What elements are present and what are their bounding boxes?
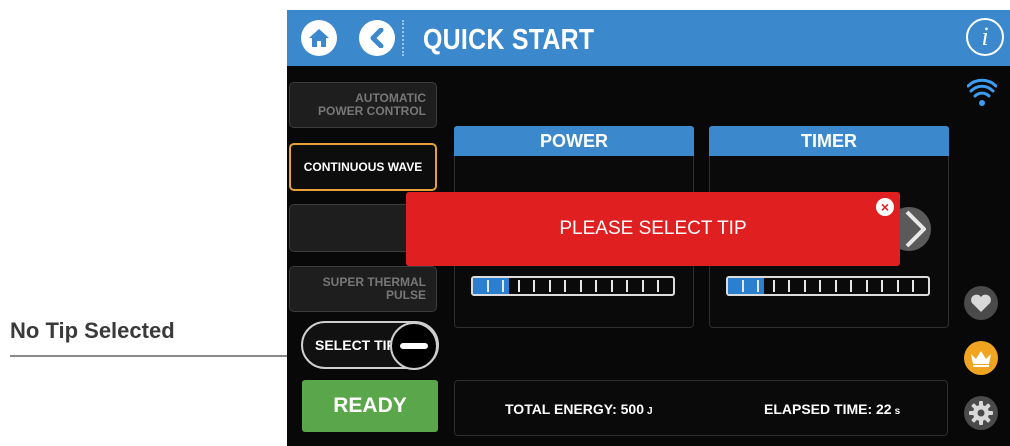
elapsed-unit: s	[894, 406, 901, 417]
premium-button[interactable]	[964, 341, 998, 375]
callout-no-tip-label: No Tip Selected	[10, 318, 175, 343]
timer-panel-header: TIMER	[709, 126, 949, 156]
mode-continuous-wave[interactable]: CONTINUOUS WAVE	[289, 143, 437, 191]
device-screen: QUICK START i AUTOMATIC POWER CONTROL CO…	[287, 10, 1010, 446]
favorites-button[interactable]	[964, 286, 998, 320]
power-panel-header: POWER	[454, 126, 694, 156]
elapsed-time-value: ELAPSED TIME: 22	[764, 401, 892, 417]
chevron-right-icon[interactable]	[899, 206, 933, 252]
top-bar: QUICK START i	[287, 10, 1010, 66]
elapsed-time-readout: ELAPSED TIME: 22 s	[764, 401, 900, 417]
mode-super-thermal-pulse[interactable]: SUPER THERMAL PULSE	[289, 266, 437, 312]
total-energy-value: TOTAL ENERGY: 500	[505, 401, 644, 417]
home-button[interactable]	[301, 20, 337, 56]
select-tip-button[interactable]: SELECT TIP	[301, 321, 439, 370]
mode-apc-label-line2: POWER CONTROL	[318, 104, 426, 118]
timer-level-ticks	[728, 278, 928, 294]
power-level-bar[interactable]	[471, 276, 675, 296]
timer-level-bar[interactable]	[726, 276, 930, 296]
back-arrow-icon	[370, 28, 384, 48]
wifi-icon	[967, 78, 997, 106]
select-tip-label: SELECT TIP	[315, 337, 396, 353]
mode-automatic-power-control[interactable]: AUTOMATIC POWER CONTROL	[289, 82, 437, 128]
home-icon	[309, 29, 329, 47]
power-level-ticks	[473, 278, 673, 294]
page-title: QUICK START	[423, 24, 595, 56]
ready-button[interactable]: READY	[302, 380, 438, 432]
total-energy-readout: TOTAL ENERGY: 500 J	[505, 401, 653, 417]
status-bar: TOTAL ENERGY: 500 J ELAPSED TIME: 22 s	[454, 380, 948, 436]
energy-unit: J	[647, 406, 653, 417]
heart-icon	[971, 294, 991, 312]
info-icon: i	[981, 22, 989, 51]
back-button[interactable]	[359, 20, 395, 56]
crown-icon	[971, 351, 991, 367]
tip-indicator-icon	[390, 322, 438, 370]
header-divider	[402, 20, 404, 56]
info-button[interactable]: i	[966, 18, 1004, 56]
select-tip-alert: PLEASE SELECT TIP ×	[406, 192, 900, 266]
gear-icon	[969, 401, 993, 425]
mode-cw-label: CONTINUOUS WAVE	[303, 159, 423, 174]
close-icon[interactable]: ×	[876, 198, 894, 216]
settings-button[interactable]	[964, 396, 998, 430]
callout-line	[10, 355, 302, 357]
mode-stp-label-line2: PULSE	[385, 288, 426, 302]
alert-message: PLEASE SELECT TIP	[559, 218, 747, 239]
